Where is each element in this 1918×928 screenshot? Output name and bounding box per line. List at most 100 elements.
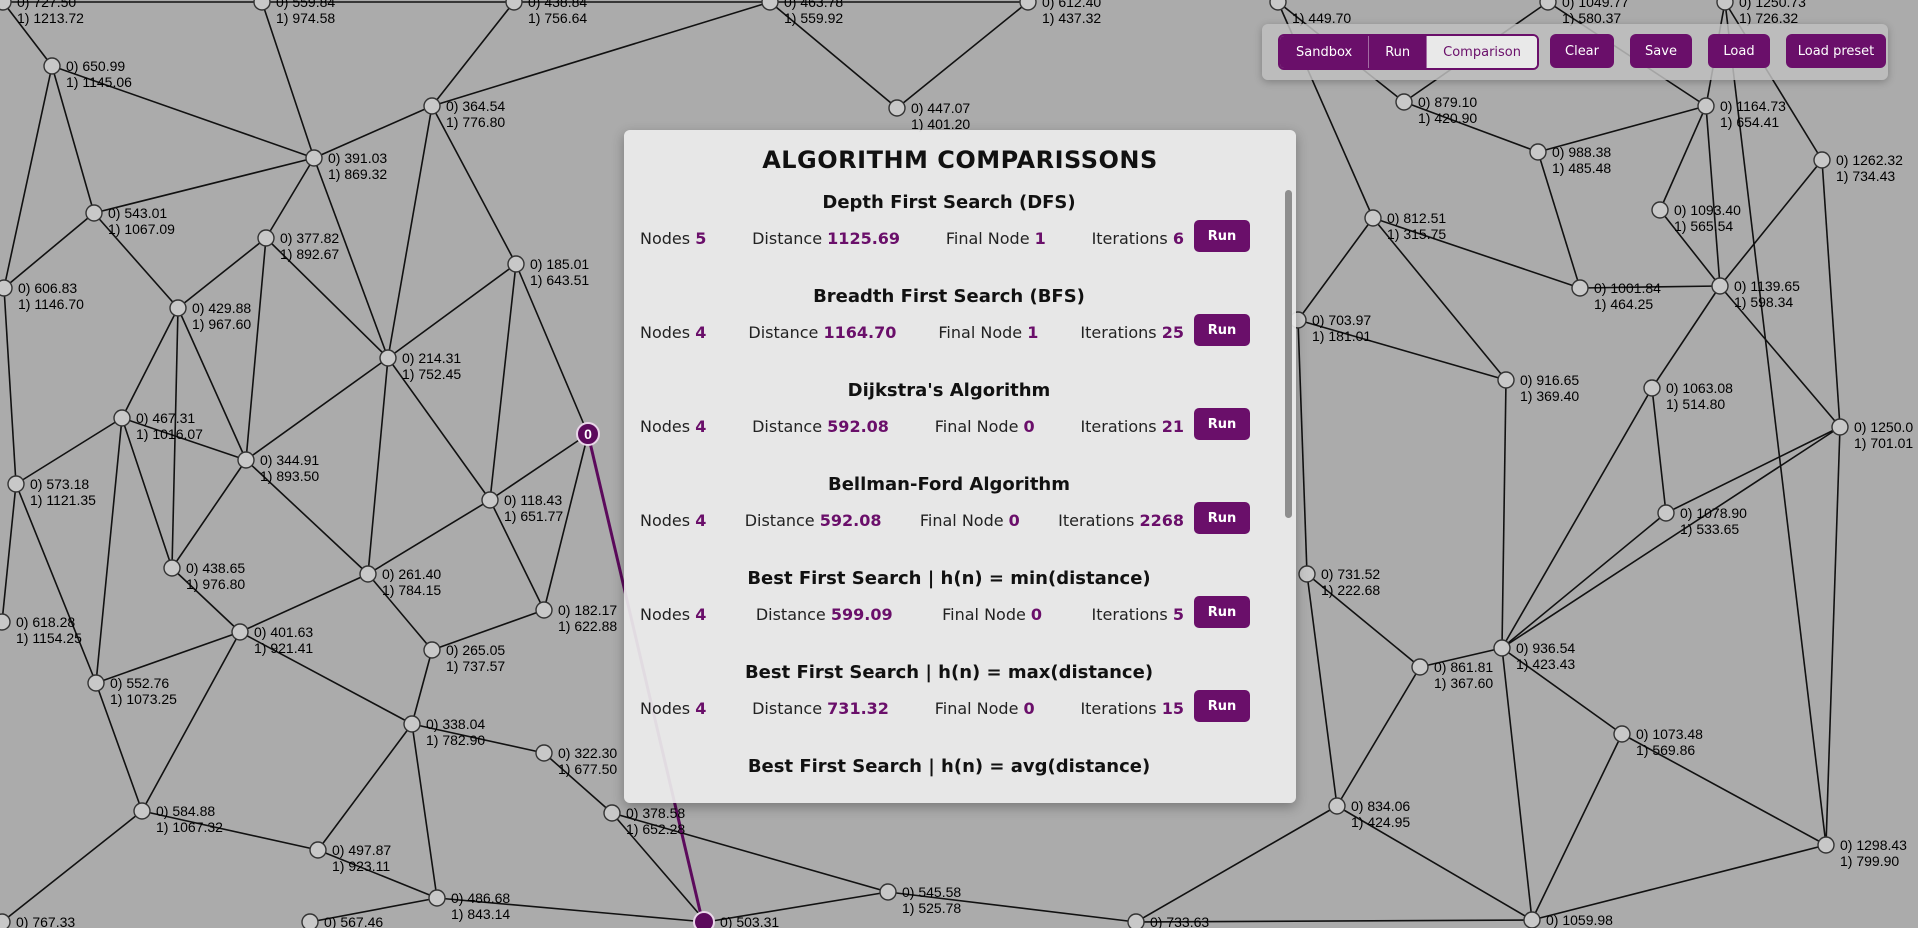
node-label-primary: 0) 552.76 bbox=[110, 675, 169, 691]
graph-edge bbox=[1531, 733, 1623, 921]
graph-node[interactable] bbox=[305, 149, 323, 167]
graph-node[interactable] bbox=[1716, 0, 1734, 11]
graph-node[interactable] bbox=[603, 804, 621, 822]
graph-node[interactable] bbox=[1269, 0, 1287, 11]
iterations-value: 5 bbox=[1172, 605, 1184, 624]
run-algorithm-button[interactable]: Run bbox=[1194, 220, 1250, 252]
toolbar: Sandbox Run Comparison Clear Save Load L… bbox=[1262, 24, 1888, 80]
graph-node[interactable] bbox=[0, 613, 11, 631]
graph-node[interactable] bbox=[403, 715, 421, 733]
graph-node[interactable] bbox=[253, 0, 271, 11]
graph-node[interactable] bbox=[505, 0, 523, 11]
graph-node[interactable] bbox=[1395, 93, 1413, 111]
graph-node[interactable] bbox=[133, 802, 151, 820]
graph-node[interactable] bbox=[481, 491, 499, 509]
run-algorithm-button[interactable]: Run bbox=[1194, 408, 1250, 440]
final-node-value: 0 bbox=[1008, 511, 1020, 530]
node-label-secondary: 1) 1121.35 bbox=[30, 492, 96, 508]
graph-node[interactable] bbox=[1529, 143, 1547, 161]
run-algorithm-button[interactable]: Run bbox=[1194, 596, 1250, 628]
distance-value: 731.32 bbox=[827, 699, 889, 718]
graph-edge bbox=[1651, 285, 1721, 389]
load-button[interactable]: Load bbox=[1708, 34, 1770, 68]
graph-node[interactable] bbox=[1711, 277, 1729, 295]
mode-comparison-button[interactable]: Comparison bbox=[1426, 36, 1537, 68]
graph-node[interactable] bbox=[85, 204, 103, 222]
node-label-primary: 0) 618.28 bbox=[16, 614, 75, 630]
graph-node[interactable] bbox=[1411, 658, 1429, 676]
run-algorithm-button[interactable]: Run bbox=[1194, 314, 1250, 346]
graph-node[interactable] bbox=[113, 409, 131, 427]
graph-node[interactable] bbox=[1651, 201, 1669, 219]
graph-node[interactable] bbox=[1813, 151, 1831, 169]
graph-node[interactable] bbox=[0, 0, 12, 11]
distance-label: Distance bbox=[752, 699, 823, 718]
nodes-stat: Nodes 4 bbox=[640, 417, 706, 436]
graph-node[interactable] bbox=[535, 601, 553, 619]
graph-node[interactable] bbox=[237, 451, 255, 469]
graph-node[interactable] bbox=[43, 57, 61, 75]
graph-node[interactable] bbox=[423, 641, 441, 659]
nodes-label: Nodes bbox=[640, 229, 691, 248]
clear-button[interactable]: Clear bbox=[1550, 34, 1614, 68]
graph-node[interactable] bbox=[359, 565, 377, 583]
graph-node[interactable] bbox=[1613, 725, 1631, 743]
graph-node[interactable] bbox=[1817, 836, 1835, 854]
mode-sandbox-button[interactable]: Sandbox bbox=[1280, 36, 1369, 68]
node-label-secondary: 1) 651.77 bbox=[504, 508, 563, 524]
algorithm-row: Best First Search | h(n) = max(distance)… bbox=[624, 662, 1274, 756]
load-preset-button[interactable]: Load preset bbox=[1786, 34, 1886, 68]
algorithm-row: Depth First Search (DFS) Nodes 5 Distance … bbox=[624, 192, 1274, 286]
graph-node[interactable] bbox=[1523, 911, 1541, 928]
node-label-secondary: 1) 701.01 bbox=[1854, 435, 1913, 451]
graph-node[interactable] bbox=[535, 744, 553, 762]
graph-node[interactable] bbox=[761, 0, 779, 11]
graph-edge bbox=[1531, 844, 1827, 921]
node-label-secondary: 1) 222.68 bbox=[1321, 582, 1380, 598]
graph-node[interactable] bbox=[163, 559, 181, 577]
graph-node[interactable] bbox=[1539, 0, 1557, 11]
save-button[interactable]: Save bbox=[1630, 34, 1692, 68]
graph-node[interactable] bbox=[1571, 279, 1589, 297]
graph-node[interactable] bbox=[879, 883, 897, 901]
graph-node[interactable] bbox=[309, 841, 327, 859]
graph-node[interactable] bbox=[1328, 797, 1346, 815]
run-algorithm-button[interactable]: Run bbox=[1194, 502, 1250, 534]
graph-node[interactable] bbox=[507, 255, 525, 273]
run-algorithm-button[interactable]: Run bbox=[1194, 690, 1250, 722]
graph-node[interactable] bbox=[7, 475, 25, 493]
graph-node[interactable] bbox=[379, 349, 397, 367]
final-node-label: Final Node bbox=[919, 511, 1004, 530]
graph-node[interactable] bbox=[1127, 913, 1145, 928]
graph-node[interactable] bbox=[0, 279, 13, 297]
graph-node[interactable] bbox=[1019, 0, 1037, 11]
graph-node[interactable] bbox=[1298, 565, 1316, 583]
graph-node[interactable] bbox=[87, 674, 105, 692]
graph-node[interactable] bbox=[1493, 639, 1511, 657]
graph-node[interactable] bbox=[1657, 504, 1675, 522]
node-label-primary: 0) 1093.40 bbox=[1674, 202, 1741, 218]
graph-node[interactable] bbox=[1364, 209, 1382, 227]
node-label-primary: 0) 1049.77 bbox=[1562, 0, 1629, 10]
graph-node[interactable] bbox=[1831, 418, 1849, 436]
node-label-primary: 0) 916.65 bbox=[1520, 372, 1579, 388]
graph-edge bbox=[1651, 387, 1667, 514]
graph-node[interactable] bbox=[301, 913, 319, 928]
graph-node[interactable] bbox=[1497, 371, 1515, 389]
graph-node[interactable] bbox=[428, 889, 446, 907]
graph-node[interactable] bbox=[888, 99, 906, 117]
node-label-secondary: 1) 423.43 bbox=[1516, 656, 1575, 672]
end-node[interactable] bbox=[693, 911, 715, 928]
algorithm-list[interactable]: Depth First Search (DFS) Nodes 5 Distance … bbox=[624, 192, 1296, 803]
iterations-value: 21 bbox=[1161, 417, 1184, 436]
graph-node[interactable] bbox=[169, 299, 187, 317]
graph-node[interactable] bbox=[1643, 379, 1661, 397]
mode-run-button[interactable]: Run bbox=[1368, 36, 1427, 68]
graph-edge bbox=[171, 459, 247, 569]
graph-node[interactable] bbox=[1697, 97, 1715, 115]
graph-node[interactable] bbox=[231, 623, 249, 641]
final-node-label: Final Node bbox=[942, 605, 1026, 624]
scrollbar-thumb[interactable] bbox=[1285, 190, 1292, 518]
graph-node[interactable] bbox=[257, 229, 275, 247]
graph-node[interactable] bbox=[423, 97, 441, 115]
